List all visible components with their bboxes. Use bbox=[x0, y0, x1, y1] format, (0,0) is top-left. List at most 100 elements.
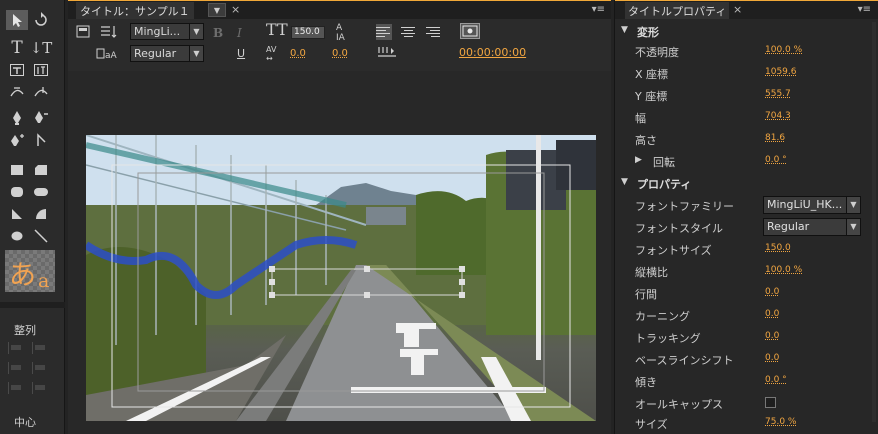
tools-panel: T ↓T あ a 整列 中心 bbox=[0, 0, 65, 434]
font-size-input[interactable]: 150.0 bbox=[291, 26, 325, 39]
title-video-frame[interactable] bbox=[86, 135, 596, 421]
rounded-corner-rectangle-tool-icon[interactable] bbox=[30, 160, 52, 180]
panel-menu-icon[interactable]: ▾≡ bbox=[858, 4, 871, 15]
arc-tool-icon[interactable] bbox=[30, 204, 52, 224]
add-anchor-point-tool-icon[interactable] bbox=[6, 130, 28, 150]
chevron-down-icon: ▼ bbox=[189, 46, 203, 61]
expand-triangle-icon: ▼ bbox=[621, 25, 628, 35]
vertical-type-tool-icon[interactable]: ↓T bbox=[30, 38, 53, 58]
kerning-value[interactable]: 0.0 bbox=[290, 48, 306, 59]
panel-menu-icon[interactable]: ▾≡ bbox=[592, 4, 605, 15]
font-family-row: フォントファミリー MingLiU_HK... ▼ bbox=[615, 194, 878, 216]
rotation-tool-icon[interactable] bbox=[30, 10, 52, 30]
pen-tool-icon[interactable] bbox=[6, 108, 28, 128]
timecode[interactable]: 00:00:00:00 bbox=[459, 46, 526, 59]
rotation-value[interactable]: 0.0 ° bbox=[765, 155, 787, 165]
tracking-row: トラッキング 0.0 bbox=[635, 331, 780, 345]
roll-crawl-options-icon[interactable] bbox=[100, 25, 118, 42]
text-style-swatch[interactable]: あ a bbox=[5, 250, 55, 292]
properties-section-header[interactable]: ▼ プロパティ bbox=[615, 172, 878, 194]
new-title-icon[interactable] bbox=[76, 25, 92, 42]
slant-row: 傾き 0.0 ° bbox=[635, 375, 787, 389]
leading-value[interactable]: 0.0 bbox=[765, 287, 779, 297]
width-row: 幅 704.3 bbox=[635, 111, 791, 125]
opacity-value[interactable]: 100.0 % bbox=[765, 45, 802, 55]
type-tool-icon[interactable]: T bbox=[6, 38, 28, 58]
align-center-button[interactable] bbox=[400, 24, 416, 40]
path-type-tool-icon[interactable] bbox=[6, 82, 28, 102]
selection-tool-icon[interactable] bbox=[6, 10, 28, 30]
chevron-down-icon: ▼ bbox=[189, 24, 203, 39]
font-style-value: Regular bbox=[134, 47, 177, 60]
width-value[interactable]: 704.3 bbox=[765, 111, 791, 121]
aspect-value[interactable]: 100.0 % bbox=[765, 265, 802, 275]
title-tab[interactable]: タイトル：サンプル１ bbox=[76, 2, 194, 19]
align-right-button[interactable] bbox=[424, 24, 440, 40]
tracking-value[interactable]: 0.0 bbox=[765, 331, 779, 341]
properties-tab-bar: タイトルプロパティ × ▾≡ bbox=[615, 0, 878, 19]
baseline-shift-value[interactable]: 0.0 bbox=[765, 353, 779, 363]
font-size-value[interactable]: 150.0 bbox=[765, 243, 791, 253]
italic-icon[interactable]: I bbox=[237, 26, 242, 40]
all-caps-checkbox[interactable] bbox=[765, 397, 776, 408]
panel-divider bbox=[0, 302, 65, 308]
font-style-row: フォントスタイル Regular ▼ bbox=[615, 216, 878, 238]
font-style-dropdown[interactable]: Regular ▼ bbox=[763, 218, 861, 236]
templates-icon[interactable]: aA bbox=[96, 46, 118, 63]
rounded-rectangle-tool-icon[interactable] bbox=[6, 182, 28, 202]
title-panel: タイトル：サンプル１ ▼ × ▾≡ aA MingLi... ▼ Regular… bbox=[68, 0, 611, 434]
align-section-label: 整列 bbox=[14, 324, 36, 337]
expand-triangle-icon: ▼ bbox=[621, 177, 628, 187]
title-toolbar: aA MingLi... ▼ Regular ▼ B I U TT 150.0 … bbox=[68, 19, 611, 71]
kerning-value[interactable]: 0.0 bbox=[765, 309, 779, 319]
align-right-icon bbox=[8, 362, 22, 374]
x-position-row: X 座標 1059.6 bbox=[635, 67, 797, 81]
area-type-tool-icon[interactable] bbox=[6, 60, 28, 80]
align-middle-icon bbox=[8, 382, 22, 394]
aspect-row: 縦横比 100.0 % bbox=[635, 265, 803, 279]
baseline-shift-row: ベースラインシフト 0.0 bbox=[635, 353, 780, 367]
transform-section-header[interactable]: ▼ 変形 bbox=[615, 20, 878, 42]
kerning-row: カーニング 0.0 bbox=[635, 309, 780, 323]
small-caps-size-value[interactable]: 75.0 % bbox=[765, 417, 796, 427]
delete-anchor-point-tool-icon[interactable] bbox=[30, 108, 52, 128]
close-icon[interactable]: × bbox=[733, 3, 742, 16]
title-tab-label: タイトル：サンプル１ bbox=[80, 4, 190, 18]
align-left-icon bbox=[8, 342, 22, 354]
underline-icon[interactable]: U bbox=[237, 47, 245, 61]
align-left-button[interactable] bbox=[376, 24, 392, 40]
slant-value[interactable]: 0.0 ° bbox=[765, 375, 787, 385]
wedge-tool-icon[interactable] bbox=[6, 204, 28, 224]
tracking-value[interactable]: 0.0 bbox=[332, 48, 348, 59]
chevron-down-icon: ▼ bbox=[846, 197, 860, 213]
properties-tab[interactable]: タイトルプロパティ bbox=[625, 2, 730, 19]
font-style-select[interactable]: Regular ▼ bbox=[130, 45, 204, 62]
title-properties-panel: タイトルプロパティ × ▾≡ ▼ 変形 不透明度 100.0 % X 座標 10… bbox=[614, 0, 878, 434]
opacity-row: 不透明度 100.0 % bbox=[635, 45, 803, 59]
tab-stops-icon[interactable] bbox=[377, 45, 397, 62]
properties-scrollbar[interactable] bbox=[872, 22, 876, 422]
close-icon[interactable]: × bbox=[231, 3, 240, 16]
height-value[interactable]: 81.6 bbox=[765, 133, 785, 143]
kerning-icon: AV ↔ bbox=[266, 45, 277, 63]
y-position-row: Y 座標 555.7 bbox=[635, 89, 791, 103]
x-position-value[interactable]: 1059.6 bbox=[765, 67, 797, 77]
clipped-rectangle-tool-icon[interactable] bbox=[30, 182, 52, 202]
title-tab-dropdown-icon[interactable]: ▼ bbox=[208, 3, 226, 17]
svg-text:aA: aA bbox=[105, 51, 118, 60]
show-background-video-icon[interactable] bbox=[460, 23, 480, 42]
line-tool-icon[interactable] bbox=[30, 226, 52, 246]
font-size-row: フォントサイズ 150.0 bbox=[635, 243, 791, 257]
font-family-value: MingLi... bbox=[134, 25, 181, 38]
font-family-dropdown[interactable]: MingLiU_HK... ▼ bbox=[763, 196, 861, 214]
rectangle-tool-icon[interactable] bbox=[6, 160, 28, 180]
vertical-path-type-tool-icon[interactable] bbox=[30, 82, 52, 102]
align-top-icon bbox=[32, 362, 46, 374]
vertical-area-type-tool-icon[interactable] bbox=[30, 60, 52, 80]
y-position-value[interactable]: 555.7 bbox=[765, 89, 791, 99]
font-family-select[interactable]: MingLi... ▼ bbox=[130, 23, 204, 40]
bold-icon[interactable]: B bbox=[213, 26, 223, 40]
rotation-row[interactable]: ▶ 回転 0.0 ° bbox=[615, 150, 878, 172]
convert-anchor-point-tool-icon[interactable] bbox=[30, 130, 52, 150]
ellipse-tool-icon[interactable] bbox=[6, 226, 28, 246]
